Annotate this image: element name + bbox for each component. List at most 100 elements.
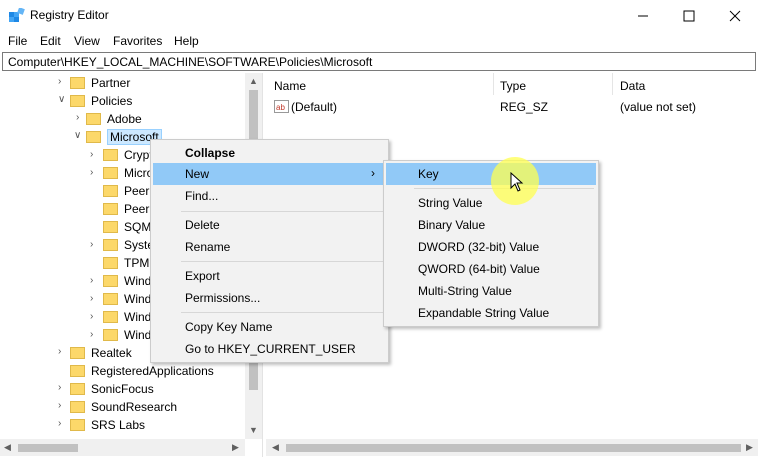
folder-icon	[103, 221, 118, 233]
tree-item-child[interactable]: › Syste	[90, 236, 154, 254]
close-icon	[729, 10, 741, 21]
menu-item-permissions[interactable]: Permissions...	[153, 287, 386, 309]
expand-chevron-icon[interactable]: ›	[90, 239, 93, 250]
scroll-right-icon[interactable]: ▶	[232, 442, 239, 453]
folder-icon	[103, 239, 118, 251]
column-divider[interactable]	[493, 73, 494, 95]
minimize-button[interactable]	[620, 0, 666, 31]
scroll-left-icon[interactable]: ◀	[4, 442, 11, 453]
scroll-right-icon[interactable]: ▶	[746, 442, 753, 453]
column-header-data[interactable]: Data	[620, 79, 645, 93]
column-header-type[interactable]: Type	[500, 79, 526, 93]
menu-item-binary-value[interactable]: Binary Value	[386, 214, 596, 236]
folder-icon	[103, 203, 118, 215]
expand-chevron-icon[interactable]: ›	[90, 149, 93, 160]
svg-text:ab: ab	[276, 103, 285, 112]
tree-item-child[interactable]: › Wind	[90, 290, 151, 308]
folder-icon	[70, 365, 85, 377]
menu-item-string-value[interactable]: String Value	[386, 192, 596, 214]
tree-item-realtek[interactable]: Realtek	[70, 344, 132, 362]
table-row[interactable]: ab (Default) REG_SZ (value not set)	[266, 97, 758, 117]
menu-item-delete[interactable]: Delete	[153, 214, 386, 236]
submenu-arrow-icon: ›	[371, 166, 375, 180]
expand-chevron-icon[interactable]: ›	[90, 311, 93, 322]
menu-item-expandable-string-value[interactable]: Expandable String Value	[386, 302, 596, 324]
tree-item-child[interactable]: › Wind	[90, 308, 151, 326]
tree-item-child[interactable]: TPM	[92, 254, 149, 272]
tree-item-child[interactable]: › Micro	[90, 164, 153, 182]
expand-chevron-icon[interactable]: ›	[90, 329, 93, 340]
scroll-thumb[interactable]	[286, 444, 741, 452]
menu-item-export[interactable]: Export	[153, 265, 386, 287]
maximize-button[interactable]	[666, 0, 712, 31]
column-divider[interactable]	[612, 73, 613, 95]
address-bar[interactable]: Computer\HKEY_LOCAL_MACHINE\SOFTWARE\Pol…	[2, 52, 756, 71]
tree-item-adobe[interactable]: Adobe	[86, 110, 142, 128]
expand-chevron-icon[interactable]: ›	[76, 112, 79, 123]
tree-item-partner[interactable]: Partner	[70, 74, 130, 92]
expand-chevron-icon[interactable]: ›	[58, 418, 61, 429]
window-title: Registry Editor	[30, 8, 109, 22]
tree-item-child[interactable]: › Wind	[90, 326, 151, 344]
expand-chevron-icon[interactable]: ›	[90, 275, 93, 286]
folder-icon	[103, 329, 118, 341]
folder-icon	[86, 131, 101, 143]
expand-chevron-icon[interactable]: ›	[58, 346, 61, 357]
folder-icon	[103, 293, 118, 305]
close-button[interactable]	[712, 0, 758, 31]
scroll-thumb[interactable]	[18, 444, 78, 452]
menu-item-goto-hkcu[interactable]: Go to HKEY_CURRENT_USER	[153, 338, 386, 360]
folder-icon	[70, 383, 85, 395]
tree-item-registeredapplications[interactable]: RegisteredApplications	[70, 362, 214, 380]
menu-item-find[interactable]: Find...	[153, 185, 386, 207]
menu-item-multi-string-value[interactable]: Multi-String Value	[386, 280, 596, 302]
tree-item-child[interactable]: › Crypt	[90, 146, 153, 164]
scroll-up-icon[interactable]: ▲	[249, 76, 258, 86]
folder-icon	[103, 149, 118, 161]
tree-item-child[interactable]: PeerD	[92, 182, 158, 200]
menu-item-new[interactable]: New ›	[153, 163, 386, 185]
menu-help[interactable]: Help	[174, 34, 199, 48]
tree-item-policies[interactable]: Policies	[70, 92, 132, 110]
folder-icon	[70, 419, 85, 431]
folder-icon	[103, 275, 118, 287]
menu-separator	[181, 261, 384, 262]
expand-chevron-icon[interactable]: ›	[90, 293, 93, 304]
expand-chevron-icon[interactable]: ›	[90, 167, 93, 178]
address-path: Computer\HKEY_LOCAL_MACHINE\SOFTWARE\Pol…	[8, 55, 373, 69]
column-header-name[interactable]: Name	[274, 79, 306, 93]
expand-chevron-icon[interactable]: ›	[58, 76, 61, 87]
tree-item-child[interactable]: SQM	[92, 218, 151, 236]
tree-item-srs-labs[interactable]: SRS Labs	[70, 416, 145, 434]
menu-favorites[interactable]: Favorites	[113, 34, 162, 48]
list-horizontal-scrollbar[interactable]: ◀ ▶	[266, 439, 758, 456]
expand-chevron-icon[interactable]: ›	[58, 382, 61, 393]
menu-edit[interactable]: Edit	[40, 34, 61, 48]
menu-item-qword-value[interactable]: QWORD (64-bit) Value	[386, 258, 596, 280]
menu-separator	[181, 312, 384, 313]
menu-item-copy-key-name[interactable]: Copy Key Name	[153, 316, 386, 338]
folder-icon	[86, 113, 101, 125]
menu-item-rename[interactable]: Rename	[153, 236, 386, 258]
menu-item-dword-value[interactable]: DWORD (32-bit) Value	[386, 236, 596, 258]
tree-item-child[interactable]: Peern	[92, 200, 156, 218]
tree-item-soundresearch[interactable]: SoundResearch	[70, 398, 177, 416]
collapse-chevron-icon[interactable]: ∨	[74, 130, 81, 141]
menu-file[interactable]: File	[8, 34, 27, 48]
scroll-left-icon[interactable]: ◀	[272, 442, 279, 453]
folder-icon	[70, 401, 85, 413]
value-type: REG_SZ	[500, 100, 549, 114]
tree-horizontal-scrollbar[interactable]: ◀ ▶	[0, 439, 245, 456]
menu-item-collapse[interactable]: Collapse	[153, 142, 386, 164]
scroll-down-icon[interactable]: ▼	[249, 425, 258, 435]
menu-view[interactable]: View	[74, 34, 100, 48]
folder-icon	[70, 95, 85, 107]
folder-icon	[103, 257, 118, 269]
collapse-chevron-icon[interactable]: ∨	[58, 94, 65, 105]
expand-chevron-icon[interactable]: ›	[58, 400, 61, 411]
maximize-icon	[683, 10, 695, 21]
tree-item-child[interactable]: › Wind	[90, 272, 151, 290]
value-name: (Default)	[291, 100, 338, 114]
tree-item-sonicfocus[interactable]: SonicFocus	[70, 380, 154, 398]
folder-icon	[103, 185, 118, 197]
